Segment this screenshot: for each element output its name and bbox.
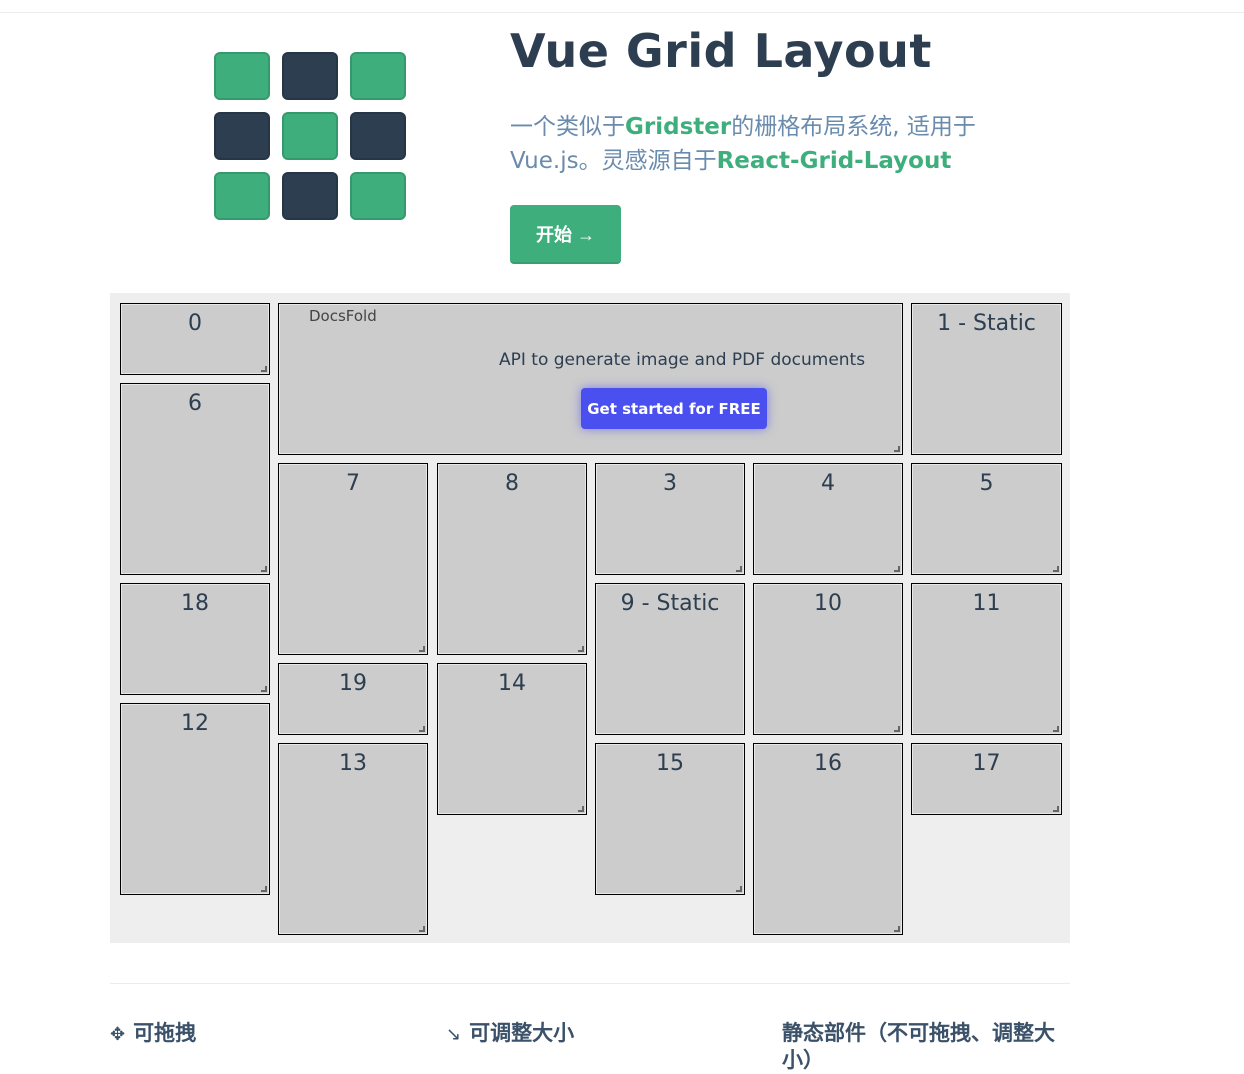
grid-item-label: 1 - Static [937,311,1036,336]
grid-item-label: 13 [339,751,367,776]
ad-get-started-button[interactable]: Get started for FREE [581,388,767,429]
grid-item-4[interactable]: 4 [753,463,903,575]
grid-item-3[interactable]: 3 [595,463,745,575]
resize-handle[interactable] [419,726,425,732]
logo-square-green [214,172,270,220]
resize-handle[interactable] [578,646,584,652]
page-title: Vue Grid Layout [510,24,932,78]
grid-item-label: 16 [814,751,842,776]
logo-square-dark [282,172,338,220]
grid-item-16[interactable]: 16 [753,743,903,935]
grid-item-1-static[interactable]: 1 - Static [911,303,1062,455]
resize-handle[interactable] [736,886,742,892]
feature-label: 可拖拽 [133,1021,197,1045]
resize-handle[interactable] [261,686,267,692]
grid-item-17[interactable]: 17 [911,743,1062,815]
logo-square-green [282,112,338,160]
grid-item-11[interactable]: 11 [911,583,1062,735]
logo-square-dark [350,112,406,160]
grid-item-19[interactable]: 19 [278,663,428,735]
resize-handle[interactable] [894,566,900,572]
grid-item-label: 10 [814,591,842,616]
hero-description: 一个类似于Gridster的栅格布局系统, 适用于 Vue.js。灵感源自于Re… [510,110,1030,178]
grid-item-5[interactable]: 5 [911,463,1062,575]
move-icon: ✥ [110,1024,126,1045]
resize-handle[interactable] [578,806,584,812]
logo-square-green [350,172,406,220]
grid-item-7[interactable]: 7 [278,463,428,655]
react-grid-layout-link[interactable]: React-Grid-Layout [717,148,952,174]
resize-handle[interactable] [894,446,900,452]
grid-item-label: 17 [972,751,1001,776]
start-button[interactable]: 开始 → [510,205,621,264]
feature-resizable: ↘ 可调整大小 [446,1020,746,1048]
resize-handle[interactable] [261,566,267,572]
grid-item-label: 6 [188,391,202,416]
grid-item-label: 0 [188,311,202,336]
logo-square-green [350,52,406,100]
grid-item-10[interactable]: 10 [753,583,903,735]
docsfold-image-alt: DocsFold [309,307,377,325]
vue-grid-logo [212,50,408,222]
grid-item-14[interactable]: 14 [437,663,587,815]
feature-static: 静态部件（不可拖拽、调整大小） [782,1020,1062,1074]
resize-handle[interactable] [736,566,742,572]
grid-item-label: 3 [663,471,677,496]
resize-handle[interactable] [894,926,900,932]
grid-item-label: 15 [656,751,684,776]
feature-label: 可调整大小 [469,1021,575,1045]
grid-item-label: 7 [346,471,360,496]
grid-item-9-static[interactable]: 9 - Static [595,583,745,735]
resize-handle[interactable] [894,726,900,732]
logo-square-dark [214,112,270,160]
grid-item-12[interactable]: 12 [120,703,270,895]
resize-arrow-icon: ↘ [446,1024,462,1045]
grid-item-8[interactable]: 8 [437,463,587,655]
ad-text: API to generate image and PDF documents [499,350,866,370]
resize-handle[interactable] [1053,726,1059,732]
grid-item-label: 9 - Static [620,591,720,616]
grid-item-label: 8 [505,471,519,496]
grid-item-label: 18 [181,591,209,616]
top-divider [0,12,1244,13]
grid-item-15[interactable]: 15 [595,743,745,895]
grid-item-label: 4 [821,471,835,496]
resize-handle[interactable] [419,646,425,652]
grid-item-label: 5 [979,471,994,496]
features-divider [110,983,1070,984]
feature-draggable: ✥ 可拖拽 [110,1020,410,1048]
logo-square-dark [282,52,338,100]
resize-handle[interactable] [261,886,267,892]
grid-item-label: 11 [972,591,1001,616]
resize-handle[interactable] [419,926,425,932]
feature-label: 静态部件（不可拖拽、调整大小） [782,1021,1055,1072]
resize-handle[interactable] [1053,566,1059,572]
grid-item-13[interactable]: 13 [278,743,428,935]
grid-item-label: 19 [339,671,367,696]
grid-item-label: 12 [181,711,209,736]
grid-item-18[interactable]: 18 [120,583,270,695]
logo-square-green [214,52,270,100]
description-text: 一个类似于 [510,114,625,140]
grid-item-0[interactable]: 0 [120,303,270,375]
grid-item-6[interactable]: 6 [120,383,270,575]
gridster-link[interactable]: Gridster [625,114,731,140]
resize-handle[interactable] [1053,806,1059,812]
resize-handle[interactable] [261,366,267,372]
grid-layout-demo: 0 DocsFold API to generate image and PDF… [110,293,1070,943]
grid-item-label: 14 [498,671,526,696]
grid-item-ad[interactable]: DocsFold API to generate image and PDF d… [278,303,903,455]
